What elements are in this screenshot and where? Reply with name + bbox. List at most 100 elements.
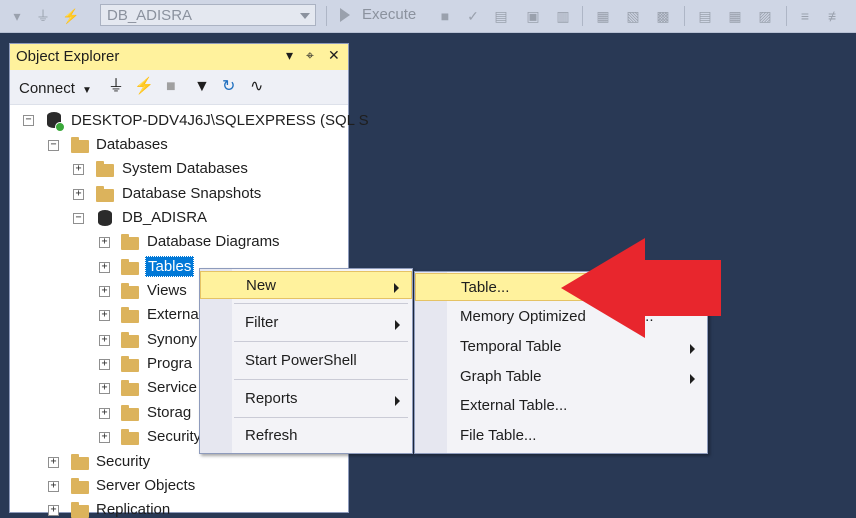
tree-node-db-security[interactable]: Security	[147, 428, 201, 445]
collapse-toggle-icon[interactable]: −	[48, 140, 59, 151]
tree-node-security[interactable]: Security	[96, 453, 150, 470]
expand-toggle-icon[interactable]: +	[99, 408, 110, 419]
tree-node-external-resources[interactable]: Externa	[147, 306, 199, 323]
expand-toggle-icon[interactable]: +	[48, 481, 59, 492]
menu-item-label: New	[246, 277, 277, 294]
menu-item-start-powershell[interactable]: Start PowerShell	[200, 347, 412, 375]
expand-toggle-icon[interactable]: +	[48, 457, 59, 468]
menu-item-label: Graph Table	[460, 368, 542, 385]
menu-item-file-table[interactable]: File Table...	[415, 422, 707, 450]
execute-button[interactable]: Execute	[362, 6, 416, 23]
folder-icon	[71, 454, 89, 470]
include-actual-plan-icon[interactable]: ▦	[594, 7, 612, 25]
toolbar-separator	[684, 6, 685, 26]
close-icon[interactable]: ✕	[328, 47, 340, 64]
uncomment-icon[interactable]: ≢	[826, 7, 844, 25]
menu-item-label: Reports	[245, 390, 298, 407]
menu-item-refresh[interactable]: Refresh	[200, 422, 412, 450]
folder-icon	[121, 332, 139, 348]
disconnect-icon[interactable]: ⚡	[134, 78, 154, 96]
tree-node-db-adisra[interactable]: DB_ADISRA	[122, 209, 207, 226]
menu-item-label: Filter	[245, 314, 279, 331]
folder-icon	[121, 259, 139, 275]
folder-icon	[121, 380, 139, 396]
toolbar-separator	[786, 6, 787, 26]
folder-icon	[121, 283, 139, 299]
expand-toggle-icon[interactable]: +	[99, 359, 110, 370]
submenu-arrow-icon	[690, 374, 695, 384]
tree-node-database-diagrams[interactable]: Database Diagrams	[147, 233, 280, 250]
menu-item-filter[interactable]: Filter	[200, 309, 412, 337]
submenu-arrow-icon	[395, 396, 400, 406]
tree-node-synonyms[interactable]: Synony	[147, 331, 197, 348]
database-icon	[98, 210, 112, 226]
expand-toggle-icon[interactable]: +	[99, 237, 110, 248]
database-dropdown-value: DB_ADISRA	[107, 7, 193, 24]
expand-toggle-icon[interactable]: +	[99, 310, 110, 321]
connect-plug-icon[interactable]: ⏚	[108, 78, 124, 96]
results-to-file-icon[interactable]: ▨	[756, 7, 774, 25]
submenu-arrow-icon	[395, 320, 400, 330]
expand-toggle-icon[interactable]: +	[99, 262, 110, 273]
folder-icon	[96, 161, 114, 177]
live-query-stats-icon[interactable]: ▧	[624, 7, 642, 25]
tree-node-storage[interactable]: Storag	[147, 404, 191, 421]
menu-item-label: File Table...	[460, 427, 537, 444]
tree-node-replication[interactable]: Replication	[96, 501, 170, 518]
query-options-icon[interactable]: ▣	[524, 7, 542, 25]
connect-button[interactable]: Connect	[19, 80, 75, 97]
object-explorer-toolbar: Connect ▼ ⏚ ⚡ ■ ▼ ↻ ∿	[10, 70, 348, 105]
activity-monitor-icon[interactable]: ∿	[250, 78, 263, 96]
tree-node-programmability[interactable]: Progra	[147, 355, 192, 372]
expand-toggle-icon[interactable]: +	[73, 189, 84, 200]
chevron-down-icon	[300, 13, 310, 19]
results-to-grid-icon[interactable]: ▦	[726, 7, 744, 25]
collapse-toggle-icon[interactable]: −	[73, 213, 84, 224]
connect-plug-icon[interactable]: ⏚	[34, 7, 52, 25]
menu-item-external-table[interactable]: External Table...	[415, 392, 707, 420]
object-explorer-titlebar: Object Explorer ▾ ⌖ ✕	[10, 44, 348, 70]
expand-toggle-icon[interactable]: +	[73, 164, 84, 175]
menu-item-graph-table[interactable]: Graph Table	[415, 363, 707, 391]
execute-play-icon[interactable]	[340, 8, 350, 22]
stop-icon[interactable]: ■	[166, 78, 176, 96]
tree-node-database-snapshots[interactable]: Database Snapshots	[122, 185, 261, 202]
tree-node-server[interactable]: DESKTOP-DDV4J6J\SQLEXPRESS (SQL S	[71, 112, 369, 129]
tree-node-databases[interactable]: Databases	[96, 136, 168, 153]
tree-node-system-databases[interactable]: System Databases	[122, 160, 248, 177]
collapse-toggle-icon[interactable]: −	[23, 115, 34, 126]
folder-icon	[121, 307, 139, 323]
expand-toggle-icon[interactable]: +	[99, 286, 110, 297]
folder-icon	[71, 137, 89, 153]
folder-icon	[121, 405, 139, 421]
toolbar-button-icon[interactable]: ▾	[8, 7, 26, 25]
expand-toggle-icon[interactable]: +	[48, 505, 59, 516]
filter-icon[interactable]: ▼	[194, 78, 210, 96]
results-to-text-icon[interactable]: ▤	[696, 7, 714, 25]
expand-toggle-icon[interactable]: +	[99, 383, 110, 394]
tree-node-server-objects[interactable]: Server Objects	[96, 477, 195, 494]
tree-node-views[interactable]: Views	[147, 282, 187, 299]
chevron-down-icon[interactable]: ▼	[82, 82, 92, 100]
parse-checkmark-icon[interactable]: ✓	[464, 7, 482, 25]
stop-icon[interactable]: ■	[436, 7, 454, 25]
folder-icon	[121, 356, 139, 372]
intellisense-icon[interactable]: ▥	[554, 7, 572, 25]
tables-context-menu: New Filter Start PowerShell Reports Refr…	[199, 268, 413, 454]
expand-toggle-icon[interactable]: +	[99, 432, 110, 443]
menu-item-reports[interactable]: Reports	[200, 385, 412, 413]
object-explorer-title: Object Explorer	[16, 48, 120, 65]
comment-icon[interactable]: ≡	[796, 7, 814, 25]
client-statistics-icon[interactable]: ▩	[654, 7, 672, 25]
expand-toggle-icon[interactable]: +	[99, 335, 110, 346]
tree-node-service-broker[interactable]: Service	[147, 379, 197, 396]
refresh-icon[interactable]: ↻	[222, 78, 235, 96]
disconnect-plug-icon[interactable]: ⚡	[62, 7, 80, 25]
tree-node-tables-selected[interactable]: Tables	[145, 256, 195, 277]
display-plan-icon[interactable]: ▤	[492, 7, 510, 25]
toolbar-separator	[582, 6, 583, 26]
pin-icon[interactable]: ⌖	[306, 47, 314, 64]
window-position-dropdown-icon[interactable]: ▾	[286, 47, 293, 64]
available-databases-dropdown[interactable]: DB_ADISRA	[100, 4, 316, 26]
menu-item-new[interactable]: New	[200, 271, 412, 299]
